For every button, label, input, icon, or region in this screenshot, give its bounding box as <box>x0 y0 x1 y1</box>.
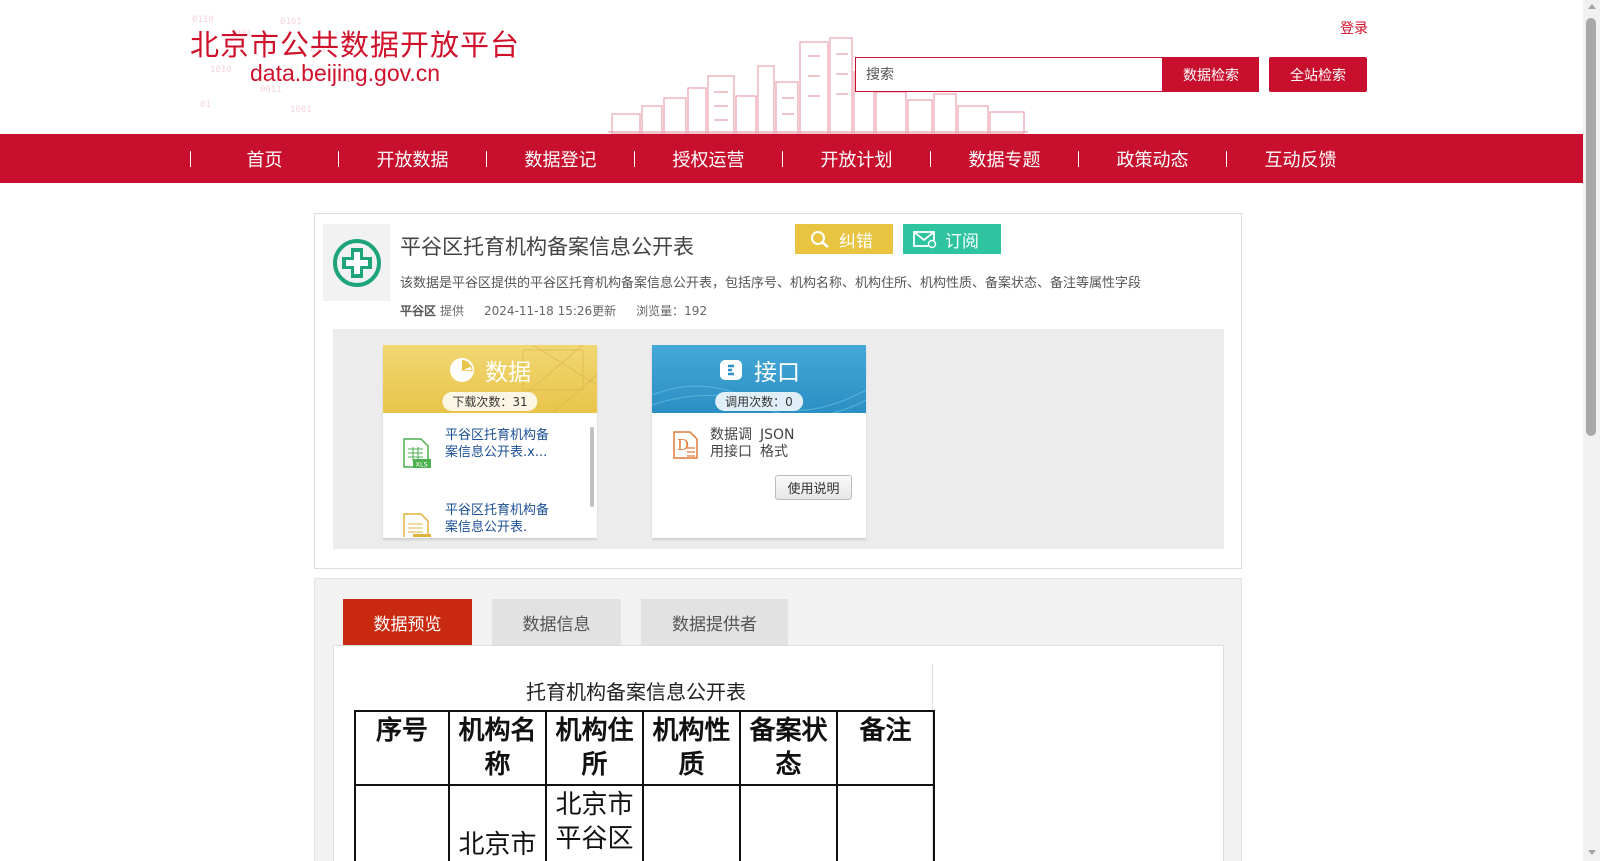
file-list-scroll-thumb[interactable] <box>590 427 594 507</box>
table-header-cell: 机构性质 <box>642 710 741 786</box>
xls-file-icon: XLS <box>403 438 431 469</box>
nav-item-data-topics[interactable]: 数据专题 <box>931 134 1078 183</box>
dataset-title: 平谷区托育机构备案信息公开表 <box>400 235 694 259</box>
data-card-header: 数据 下载次数：31 <box>383 345 597 413</box>
file-name-link[interactable]: 平谷区托育机构备案信息公开表. <box>445 502 555 537</box>
pie-chart-icon <box>450 358 474 382</box>
subscribe-button[interactable]: 订阅 <box>903 224 1001 254</box>
nav-item-feedback[interactable]: 互动反馈 <box>1227 134 1374 183</box>
main-nav: 首页 开放数据 数据登记 授权运营 开放计划 数据专题 政策动态 互动反馈 <box>0 134 1583 183</box>
svg-text:01: 01 <box>200 100 211 110</box>
dataset-description: 该数据是平谷区提供的平谷区托育机构备案信息公开表，包括序号、机构名称、机构住所、… <box>400 276 1142 291</box>
scroll-up-arrow-icon[interactable] <box>1588 4 1596 9</box>
api-plug-icon <box>720 360 742 380</box>
login-link[interactable]: 登录 <box>1340 18 1368 38</box>
health-cross-icon <box>332 238 381 287</box>
site-title[interactable]: 北京市公共数据开放平台 <box>190 22 520 64</box>
dataset-updated: 2024-11-18 15:26更新 <box>484 304 617 318</box>
dataset-category-icon <box>323 224 390 301</box>
data-download-card: 数据 下载次数：31 XLS 平谷区托育机构备案信息公开表.x... 平谷区托育… <box>383 345 597 538</box>
api-card-header: 接口 调用次数：0 <box>652 345 866 413</box>
nav-item-policy-news[interactable]: 政策动态 <box>1079 134 1226 183</box>
table-header-cell: 机构住所 <box>545 710 644 786</box>
table-cell <box>836 784 935 861</box>
preview-document: 托育机构备案信息公开表 序号 机构名称 机构住所 机构性质 备案状态 备注 北京… <box>333 645 1224 861</box>
subscribe-button-label: 订阅 <box>945 231 979 252</box>
site-domain[interactable]: data.beijing.gov.cn <box>250 60 440 87</box>
api-call-count: 调用次数：0 <box>715 392 803 411</box>
dataset-provider: 平谷区 <box>400 304 437 318</box>
api-item-label[interactable]: 数据调用接口 <box>710 427 752 461</box>
nav-item-home[interactable]: 首页 <box>191 134 338 183</box>
correct-button[interactable]: 纠错 <box>795 224 893 254</box>
search-input[interactable] <box>856 58 1162 91</box>
preview-section: 数据预览 数据信息 数据提供者 托育机构备案信息公开表 序号 机构名称 机构住所… <box>314 578 1242 861</box>
correct-button-label: 纠错 <box>839 231 873 252</box>
nav-item-open-data[interactable]: 开放数据 <box>339 134 486 183</box>
file-list-scrollbar[interactable] <box>589 417 595 537</box>
magnifier-icon <box>811 231 829 248</box>
svg-text:XLS: XLS <box>416 461 428 469</box>
table-cell <box>354 784 450 861</box>
nav-item-data-register[interactable]: 数据登记 <box>487 134 634 183</box>
api-item[interactable]: D 数据调用接口 JSON格式 <box>670 427 802 461</box>
svg-text:1010: 1010 <box>210 65 232 75</box>
api-document-icon: D <box>673 431 698 459</box>
table-cell: 北京市平谷区 <box>545 784 644 861</box>
table-row: 北京市 北京市平谷区 <box>354 784 935 861</box>
file-item[interactable]: 平谷区托育机构备案信息公开表. <box>401 502 555 537</box>
mail-icon <box>913 231 937 249</box>
svg-text:1001: 1001 <box>290 105 312 115</box>
scroll-thumb[interactable] <box>1586 18 1596 436</box>
dataset-card: 平谷区托育机构备案信息公开表 纠错 订阅 该数据是平谷区提供的平谷区托育机构备案… <box>314 213 1242 569</box>
file-name-link[interactable]: 平谷区托育机构备案信息公开表.x... <box>445 427 555 469</box>
page-scrollbar[interactable] <box>1583 0 1600 861</box>
table-cell <box>739 784 838 861</box>
table-header-cell: 备注 <box>836 710 935 786</box>
api-item-format: JSON格式 <box>760 427 795 460</box>
table-header-cell: 序号 <box>354 710 450 786</box>
table-header-row: 序号 机构名称 机构住所 机构性质 备案状态 备注 <box>354 710 935 786</box>
dataset-views: 浏览量：192 <box>636 304 708 318</box>
data-search-button[interactable]: 数据检索 <box>1163 57 1259 92</box>
search-box <box>855 57 1163 92</box>
api-card: 接口 调用次数：0 D 数据调用接口 JSON格式 使用说明 <box>652 345 866 538</box>
file-item[interactable]: XLS 平谷区托育机构备案信息公开表.x... <box>401 427 555 469</box>
table-header-cell: 备案状态 <box>739 710 838 786</box>
csv-file-icon <box>403 513 431 537</box>
scroll-down-arrow-icon[interactable] <box>1588 850 1596 855</box>
dataset-provider-suffix: 提供 <box>440 304 465 318</box>
nav-item-authorized-operation[interactable]: 授权运营 <box>635 134 782 183</box>
tab-data-preview[interactable]: 数据预览 <box>343 599 472 645</box>
resource-panel: 数据 下载次数：31 XLS 平谷区托育机构备案信息公开表.x... 平谷区托育… <box>333 329 1224 549</box>
site-header: 0110 1001 0101 011 1010 0011 110 1001 01 北京市公共… <box>0 0 1583 134</box>
nav-item-open-plan[interactable]: 开放计划 <box>783 134 930 183</box>
document-title: 托育机构备案信息公开表 <box>526 680 746 704</box>
download-count: 下载次数：31 <box>442 392 538 411</box>
api-card-title: 接口 <box>754 360 800 386</box>
svg-text:D: D <box>677 436 689 454</box>
data-card-title: 数据 <box>485 360 531 386</box>
file-list: XLS 平谷区托育机构备案信息公开表.x... 平谷区托育机构备案信息公开表. <box>383 413 597 537</box>
document-table: 序号 机构名称 机构住所 机构性质 备案状态 备注 北京市 北京市平谷区 <box>354 710 935 861</box>
tab-data-info[interactable]: 数据信息 <box>492 599 621 645</box>
table-header-cell: 机构名称 <box>448 710 547 786</box>
table-cell <box>642 784 741 861</box>
usage-guide-button[interactable]: 使用说明 <box>775 475 852 500</box>
tab-data-provider[interactable]: 数据提供者 <box>641 599 788 645</box>
page: 0110 1001 0101 011 1010 0011 110 1001 01 北京市公共… <box>0 0 1600 861</box>
table-cell: 北京市 <box>448 784 547 861</box>
dataset-meta: 平谷区 提供 2024-11-18 15:26更新 浏览量：192 <box>400 302 707 319</box>
site-search-button[interactable]: 全站检索 <box>1269 57 1367 92</box>
